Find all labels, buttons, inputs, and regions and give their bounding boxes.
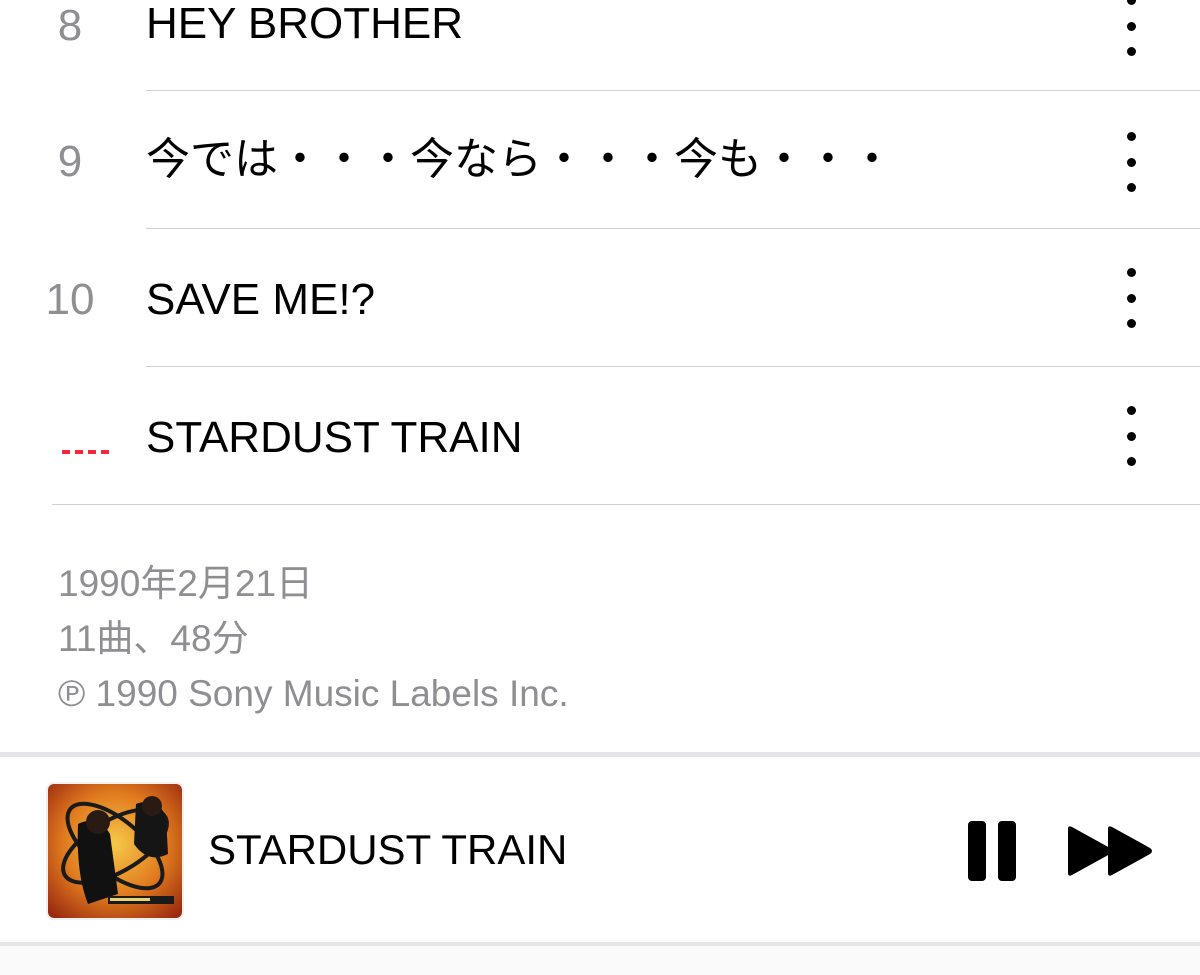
track-summary: 11曲、48分 bbox=[58, 618, 249, 659]
track-title: HEY BROTHER bbox=[146, 0, 464, 48]
track-title: 今では・・・今なら・・・今も・・・ bbox=[146, 135, 894, 184]
track-list: 8 HEY BROTHER 9 今では・・・今なら・・・今も・・・ 10 SAV… bbox=[0, 0, 1200, 505]
track-row[interactable]: 8 HEY BROTHER bbox=[0, 0, 1200, 90]
track-title: SAVE ME!? bbox=[146, 275, 376, 324]
track-row[interactable]: 9 今では・・・今なら・・・今も・・・ bbox=[0, 90, 1200, 228]
fast-forward-icon[interactable] bbox=[1066, 825, 1156, 877]
mini-player[interactable]: STARDUST TRAIN bbox=[0, 757, 1200, 945]
track-row-now-playing[interactable]: STARDUST TRAIN bbox=[0, 366, 1200, 504]
track-number: 8 bbox=[57, 1, 83, 50]
release-date: 1990年2月21日 bbox=[58, 563, 314, 604]
now-playing-title: STARDUST TRAIN bbox=[208, 826, 568, 873]
more-options-icon[interactable] bbox=[1110, 132, 1152, 192]
copyright: ℗ 1990 Sony Music Labels Inc. bbox=[58, 673, 569, 714]
album-info: 1990年2月21日 11曲、48分 ℗ 1990 Sony Music Lab… bbox=[58, 556, 569, 721]
tab-bar bbox=[0, 946, 1200, 975]
now-playing-indicator-icon bbox=[62, 450, 109, 454]
album-artwork[interactable] bbox=[48, 784, 182, 918]
track-title: STARDUST TRAIN bbox=[146, 413, 523, 462]
track-number: 9 bbox=[57, 137, 83, 186]
list-end-divider bbox=[52, 504, 1200, 505]
track-number: 10 bbox=[45, 275, 95, 324]
pause-icon[interactable] bbox=[968, 821, 1020, 881]
track-row[interactable]: 10 SAVE ME!? bbox=[0, 228, 1200, 366]
more-options-icon[interactable] bbox=[1110, 0, 1152, 56]
more-options-icon[interactable] bbox=[1110, 406, 1152, 466]
more-options-icon[interactable] bbox=[1110, 268, 1152, 328]
